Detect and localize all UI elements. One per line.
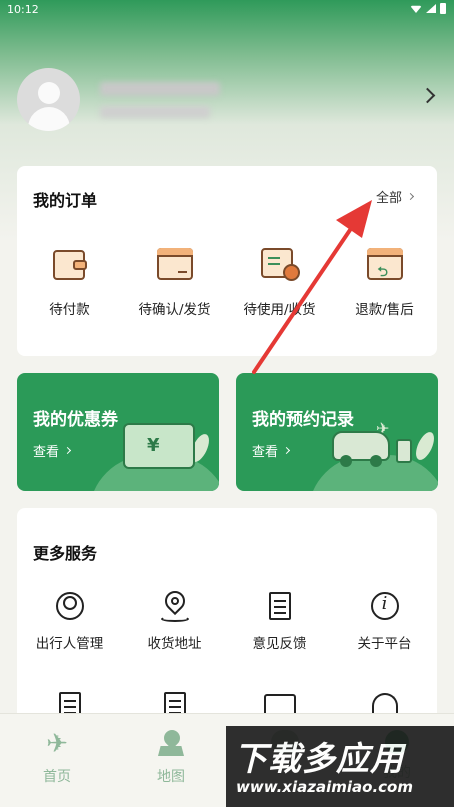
chevron-right-icon	[63, 446, 72, 455]
bookings-card[interactable]: 我的预约记录 查看 ✈	[236, 373, 438, 491]
ticket-icon	[259, 244, 301, 284]
service-shipping-address[interactable]: 收货地址	[122, 586, 227, 670]
bookings-title: 我的预约记录	[252, 410, 354, 430]
orders-all-label: 全部	[375, 191, 402, 206]
traveler-icon	[54, 590, 86, 622]
wifi-icon	[410, 5, 422, 13]
orders-card: 我的订单 全部 待付款 待确认/发货 待使用/收货 ⮌ 退款/售后	[17, 166, 437, 356]
nav-item-home[interactable]: ✈ 首页	[17, 730, 97, 786]
watermark-title: 下载多应用	[234, 739, 404, 778]
refund-icon: ⮌	[364, 244, 406, 284]
user-id-redacted	[100, 106, 210, 118]
service-label: 收货地址	[147, 636, 202, 652]
info-icon: i	[369, 590, 401, 622]
bookings-view-label: 查看	[252, 445, 279, 460]
order-status-pending-shipment[interactable]: 待确认/发货	[122, 244, 227, 324]
order-status-pending-use[interactable]: 待使用/收货	[227, 244, 332, 324]
status-bar: 10:12	[0, 0, 454, 18]
coupon-illustration-icon: ¥	[123, 423, 195, 469]
leaf-icon	[412, 429, 438, 463]
nav-label: 地图	[157, 769, 185, 785]
coupons-title: 我的优惠券	[33, 410, 118, 430]
coupons-view-link[interactable]: 查看	[33, 441, 72, 460]
wallet-icon	[49, 244, 91, 284]
luggage-illustration-icon	[396, 439, 412, 463]
status-time: 10:12	[7, 3, 39, 16]
order-status-label: 待确认/发货	[138, 302, 211, 318]
service-label: 出行人管理	[35, 636, 104, 652]
service-about-platform[interactable]: i 关于平台	[332, 590, 437, 670]
nav-label: 首页	[43, 769, 71, 785]
battery-icon	[440, 3, 446, 14]
orders-title: 我的订单	[33, 191, 98, 210]
services-title: 更多服务	[33, 544, 98, 563]
nav-item-map[interactable]: 地图	[131, 726, 211, 786]
location-pin-icon	[159, 586, 191, 622]
order-status-label: 待付款	[49, 302, 90, 318]
bookings-view-link[interactable]: 查看	[252, 441, 291, 460]
username-redacted	[100, 82, 220, 96]
status-icons	[410, 3, 446, 14]
coupons-view-label: 查看	[33, 445, 60, 460]
service-feedback[interactable]: 意见反馈	[227, 590, 332, 670]
car-illustration-icon	[332, 431, 390, 467]
watermark-url: www.xiazaimiao.com	[236, 778, 413, 796]
signal-icon	[426, 4, 436, 13]
service-label: 意见反馈	[252, 636, 307, 652]
services-card: 更多服务 出行人管理 收货地址 意见反馈 i 关于平台	[17, 508, 437, 738]
feedback-icon	[264, 590, 296, 622]
box-icon	[154, 244, 196, 284]
order-status-refund[interactable]: ⮌ 退款/售后	[332, 244, 437, 324]
map-icon	[156, 726, 186, 758]
chevron-right-icon	[406, 192, 415, 201]
plane-icon: ✈	[46, 729, 68, 759]
profile-row[interactable]	[17, 68, 437, 132]
order-status-label: 退款/售后	[355, 302, 414, 318]
order-status-pending-payment[interactable]: 待付款	[17, 244, 122, 324]
order-status-label: 待使用/收货	[243, 302, 316, 318]
avatar[interactable]	[17, 68, 80, 131]
service-traveler-management[interactable]: 出行人管理	[17, 590, 122, 670]
orders-all-link[interactable]: 全部	[375, 187, 415, 206]
order-status-list: 待付款 待确认/发货 待使用/收货 ⮌ 退款/售后	[17, 244, 437, 324]
service-label: 关于平台	[357, 636, 412, 652]
chevron-right-icon[interactable]	[419, 87, 436, 104]
chevron-right-icon	[282, 446, 291, 455]
watermark: 下载多应用 www.xiazaimiao.com	[226, 726, 454, 807]
coupons-card[interactable]: 我的优惠券 查看 ¥	[17, 373, 219, 491]
